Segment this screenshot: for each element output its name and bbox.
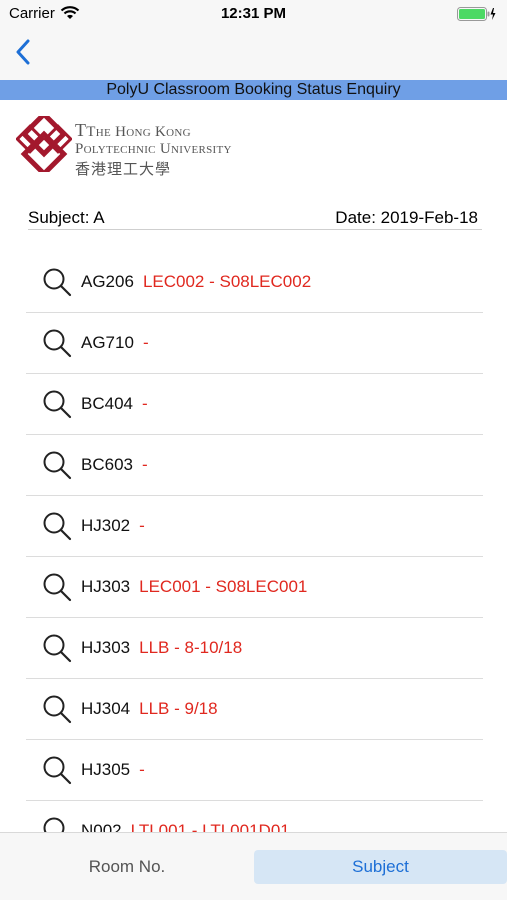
magnifier-icon xyxy=(42,755,72,785)
booking-status: LTL001 - LTL001D01 xyxy=(130,821,290,832)
battery-icon xyxy=(457,6,497,22)
tab-room-no[interactable]: Room No. xyxy=(0,850,254,884)
list-item[interactable]: HJ304 LLB - 9/18 xyxy=(26,679,483,740)
room-code: HJ303 xyxy=(81,577,131,596)
chevron-left-icon xyxy=(16,39,30,65)
clock: 12:31 PM xyxy=(220,5,287,22)
logo-line-3: 香港理工大學 xyxy=(75,162,172,178)
booking-status: - xyxy=(141,394,148,413)
list-item[interactable]: AG206 LEC002 - S08LEC002 xyxy=(26,252,483,313)
magnifier-icon xyxy=(42,816,72,832)
room-code: HJ305 xyxy=(81,760,131,779)
magnifier-icon xyxy=(42,389,72,419)
room-code: HJ303 xyxy=(81,638,131,657)
booking-status: LEC001 - S08LEC001 xyxy=(139,577,308,596)
room-code: AG206 xyxy=(81,272,134,291)
booking-status: - xyxy=(141,455,148,474)
logo-line-2: Polytechnic University xyxy=(75,141,232,157)
tab-bar: Room No. Subject xyxy=(0,832,507,900)
subject-label: Subject: A xyxy=(28,208,105,227)
list-item[interactable]: HJ302- xyxy=(26,496,483,557)
room-code: AG710 xyxy=(81,333,134,352)
booking-status: - xyxy=(142,333,149,352)
list-item[interactable]: HJ303 LEC001 - S08LEC001 xyxy=(26,557,483,618)
list-item[interactable]: BC404- xyxy=(26,374,483,435)
room-code: BC603 xyxy=(81,455,133,474)
tab-subject[interactable]: Subject xyxy=(254,850,507,884)
booking-status: - xyxy=(139,516,145,535)
list-item[interactable]: HJ305- xyxy=(26,740,483,801)
room-code: HJ302 xyxy=(81,516,131,535)
magnifier-icon xyxy=(42,694,72,724)
list-item[interactable]: BC603- xyxy=(26,435,483,496)
list-item[interactable]: N002 LTL001 - LTL001D01 xyxy=(26,801,483,832)
room-code: BC404 xyxy=(81,394,133,413)
magnifier-icon xyxy=(42,572,72,602)
booking-status: LLB - 8-10/18 xyxy=(139,638,243,657)
magnifier-icon xyxy=(42,450,72,480)
logo-line-1: TThe Hong Kong xyxy=(75,120,191,140)
list-item[interactable]: AG710- xyxy=(26,313,483,374)
room-code: HJ304 xyxy=(81,699,131,718)
booking-status: LEC002 - S08LEC002 xyxy=(142,272,312,291)
room-code: N002 xyxy=(81,821,122,832)
magnifier-icon xyxy=(42,511,72,541)
list-item[interactable]: HJ303 LLB - 8-10/18 xyxy=(26,618,483,679)
date-label: Date: 2019-Feb-18 xyxy=(335,208,478,227)
booking-status: LLB - 9/18 xyxy=(139,699,218,718)
logo-line-1-text: The Hong Kong xyxy=(86,124,191,140)
status-bar: Carrier 12:31 PM xyxy=(0,0,507,28)
polyu-emblem-icon xyxy=(16,116,72,172)
magnifier-icon xyxy=(42,267,72,297)
navigation-bar xyxy=(0,28,507,80)
magnifier-icon xyxy=(42,633,72,663)
booking-status: - xyxy=(139,760,145,779)
back-button[interactable] xyxy=(8,34,38,70)
magnifier-icon xyxy=(42,328,72,358)
page-title: PolyU Classroom Booking Status Enquiry xyxy=(0,80,507,100)
info-row: Subject: A Date: 2019-Feb-18 xyxy=(28,206,482,230)
polyu-logo: TThe Hong Kong Polytechnic University 香港… xyxy=(16,116,306,178)
room-list[interactable]: AG206 LEC002 - S08LEC002 AG710- BC404- BC603… xyxy=(26,252,483,832)
